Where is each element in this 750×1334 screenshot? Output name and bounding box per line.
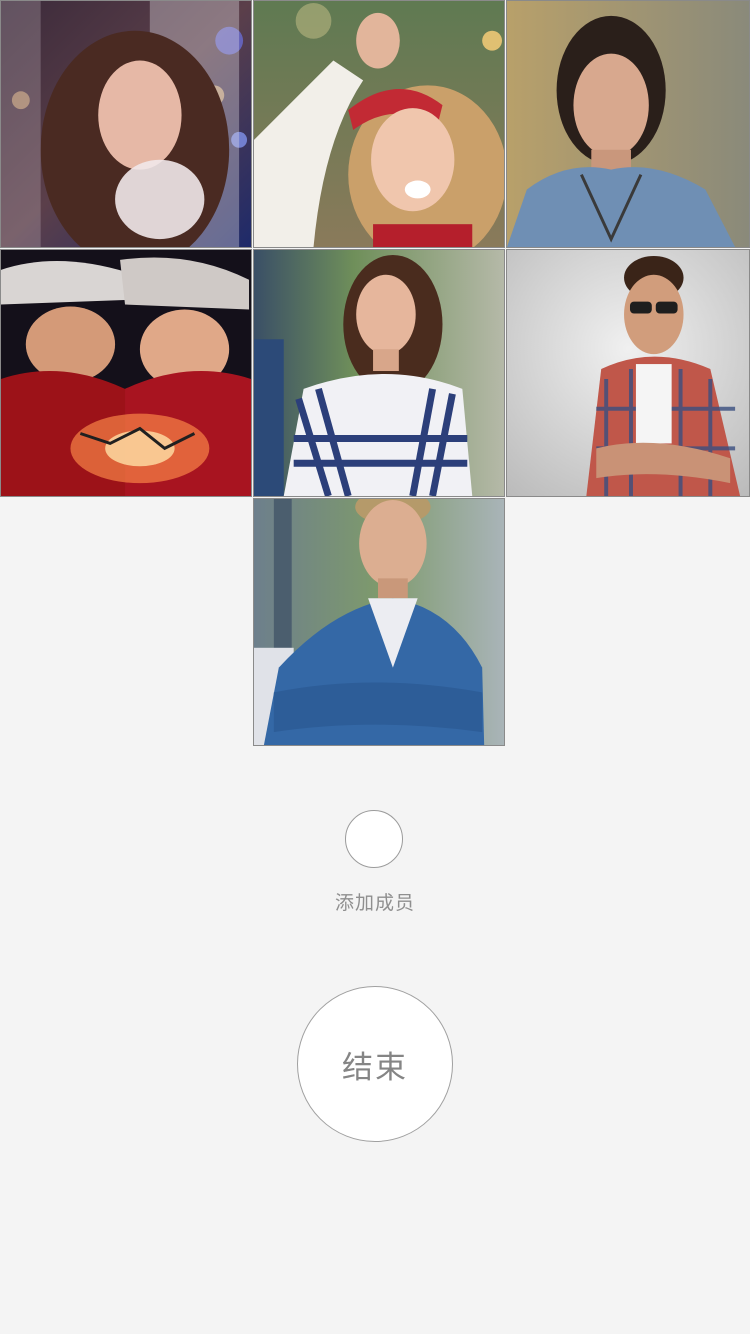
add-member-button[interactable] (345, 810, 403, 868)
member-tile-6[interactable] (506, 249, 750, 497)
member-photo-4 (1, 250, 251, 496)
member-photo-2 (254, 1, 504, 247)
member-photo-7 (254, 499, 504, 745)
member-tile-2[interactable] (253, 0, 505, 248)
member-photo-6 (507, 250, 749, 496)
member-tile-5[interactable] (253, 249, 505, 497)
member-photo-1 (1, 1, 251, 247)
add-member-label: 添加成员 (334, 892, 415, 914)
member-tile-7[interactable] (253, 498, 505, 746)
end-button-label: 结束 (342, 1049, 408, 1086)
end-button[interactable]: 结束 (297, 986, 453, 1142)
member-tile-4[interactable] (0, 249, 252, 497)
member-tile-1[interactable] (0, 0, 252, 248)
member-tile-3[interactable] (506, 0, 750, 248)
member-photo-5 (254, 250, 504, 496)
group-call-screen: 添加成员 结束 (0, 0, 750, 1334)
member-photo-3 (507, 1, 749, 247)
